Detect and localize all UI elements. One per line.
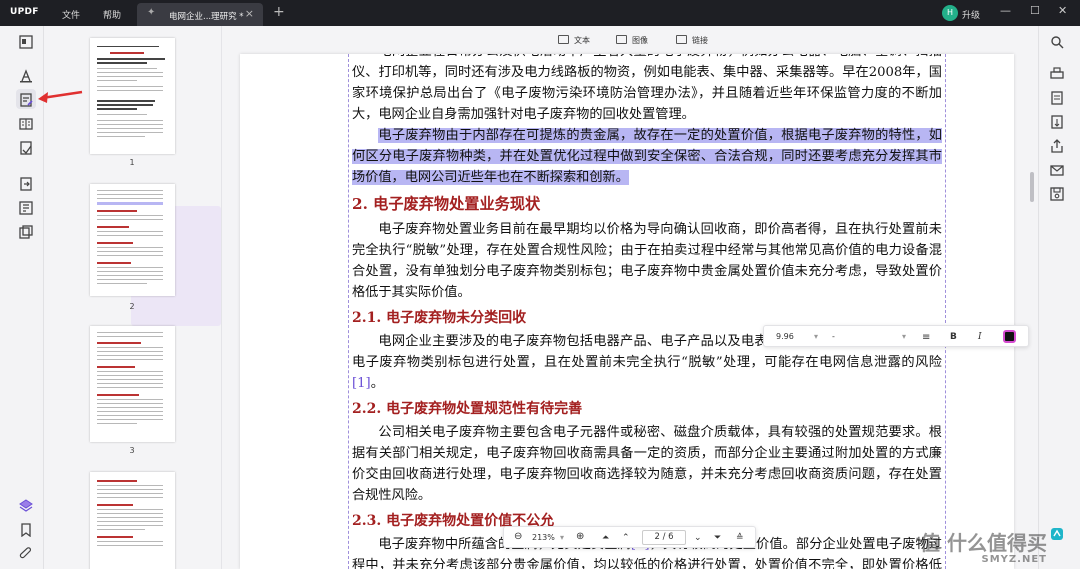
tab-title: 电网企业...理研究 *: [169, 12, 244, 22]
menu-file[interactable]: 文件: [62, 8, 80, 21]
save-icon[interactable]: [1050, 186, 1064, 201]
align-icon[interactable]: ≡: [922, 332, 930, 343]
bold-button[interactable]: B: [950, 332, 957, 342]
title-bar: UPDF 文件 帮助 ✦ 电网企业...理研究 * × + H 升级 — ☐ ✕: [0, 0, 1080, 26]
font-family-select[interactable]: -: [832, 332, 835, 341]
link-tool-icon: [676, 35, 687, 44]
zoom-in-icon[interactable]: ⊕: [576, 531, 584, 542]
page-navigation-bar: ⊖ 213% ▾ ⊕ ⏶ ⌃ 2 / 6 ⌄ ⏷ ≙: [503, 526, 756, 548]
form-icon[interactable]: [19, 140, 33, 155]
share-icon[interactable]: [1050, 138, 1064, 153]
avatar[interactable]: H: [942, 5, 958, 21]
attachment-icon[interactable]: [19, 546, 33, 560]
watermark-sub: SMYZ.NET: [981, 554, 1047, 565]
font-family-chevron-icon[interactable]: ▾: [902, 332, 906, 341]
tab-close-icon[interactable]: ×: [245, 7, 254, 20]
text-format-toolbar: 9.96 ▾ - ▾ ≡ B I: [763, 325, 1029, 347]
comment-icon[interactable]: [19, 68, 33, 83]
thumbnail-page-3[interactable]: [90, 326, 175, 442]
text-tool-icon: [558, 35, 569, 44]
new-tab-button[interactable]: +: [273, 4, 285, 20]
scroll-to-top-icon[interactable]: ≙: [736, 533, 744, 543]
email-icon[interactable]: [1050, 162, 1064, 176]
app-logo: UPDF: [10, 7, 39, 17]
add-text-label: 文本: [574, 36, 590, 45]
reader-mode-icon[interactable]: [19, 34, 33, 49]
text-box-left-boundary: [348, 54, 349, 569]
vertical-scrollbar[interactable]: [1030, 172, 1034, 202]
add-image-label: 图像: [632, 36, 648, 45]
close-window-button[interactable]: ✕: [1058, 4, 1067, 17]
zoom-level[interactable]: 213%: [532, 533, 555, 542]
export-pdf-icon[interactable]: [1050, 114, 1064, 129]
image-tool-icon: [616, 35, 627, 44]
protect-icon[interactable]: [19, 224, 33, 239]
ocr-icon[interactable]: [19, 200, 33, 215]
watermark: 值 什么值得买 SMYZ.NET: [920, 527, 1047, 565]
tab-lock-icon: ✦: [147, 7, 156, 18]
convert-icon[interactable]: [19, 176, 33, 191]
text-color-button[interactable]: [1003, 330, 1016, 343]
search-icon[interactable]: [1050, 34, 1064, 49]
prev-page-icon[interactable]: ⌃: [622, 533, 630, 543]
add-text-button[interactable]: 文本: [558, 35, 590, 46]
edit-toolbar: 文本 图像 链接: [222, 26, 1038, 54]
paragraph-2-1-end: 。: [370, 376, 384, 391]
italic-button[interactable]: I: [978, 332, 982, 342]
heading-section-2[interactable]: 2. 电子废弃物处置业务现状: [352, 194, 942, 215]
watermark-text: 值 什么值得买: [920, 531, 1047, 555]
paragraph-status[interactable]: 电子废弃物处置业务目前在最早期均以价格为导向确认回收商，即价高者得，且在执行处置…: [352, 219, 942, 303]
add-link-button[interactable]: 链接: [676, 35, 708, 46]
paragraph-intro[interactable]: 电网企业在日常办公及供电活动中产生着大量的电子废弃物，例如办公电器、电脑、空调、…: [352, 54, 942, 125]
right-toolbar: [1038, 26, 1080, 569]
thumbnail-page-1[interactable]: [90, 38, 175, 154]
paragraph-selected[interactable]: 电子废弃物由于内部存在可提炼的贵金属，故存在一定的处置价值，根据电子废弃物的特性…: [352, 125, 942, 188]
bookmark-icon[interactable]: [19, 522, 33, 538]
annotation-arrow: [38, 90, 83, 103]
last-page-icon[interactable]: ⏷: [714, 533, 721, 543]
zoom-out-icon[interactable]: ⊖: [514, 531, 522, 542]
next-page-icon[interactable]: ⌄: [694, 533, 702, 543]
font-size-select[interactable]: 9.96: [776, 332, 794, 341]
maximize-button[interactable]: ☐: [1030, 4, 1040, 17]
document-tab[interactable]: ✦ 电网企业...理研究 * ×: [137, 3, 263, 26]
zoom-chevron-icon[interactable]: ▾: [560, 533, 564, 542]
minimize-button[interactable]: —: [1000, 4, 1011, 17]
text-box-right-boundary: [945, 54, 946, 569]
page-number-input[interactable]: 2 / 6: [642, 530, 686, 545]
ocr-document-icon[interactable]: [1050, 90, 1064, 105]
left-toolbar: [0, 26, 44, 569]
reference-1[interactable]: [1]: [352, 376, 371, 391]
menu-help[interactable]: 帮助: [103, 8, 121, 21]
document-page[interactable]: 电网企业在日常办公及供电活动中产生着大量的电子废弃物，例如办公电器、电脑、空调、…: [240, 54, 1014, 569]
first-page-icon[interactable]: ⏶: [602, 533, 609, 543]
thumbnail-panel: 1 2 3: [44, 26, 222, 569]
print-icon[interactable]: [1050, 66, 1064, 80]
thumbnail-page-2[interactable]: [90, 184, 175, 296]
add-link-label: 链接: [692, 36, 708, 45]
font-size-chevron-icon[interactable]: ▾: [814, 332, 818, 341]
thumbnail-page-4[interactable]: [90, 472, 175, 569]
paragraph-2-2[interactable]: 公司相关电子废弃物主要包含电子元器件或秘密、磁盘介质载体，具有较强的处置规范要求…: [352, 422, 942, 506]
thumbnail-label-1: 1: [129, 158, 135, 167]
page-organize-icon[interactable]: [19, 116, 33, 130]
edit-pdf-icon[interactable]: [19, 92, 33, 107]
add-image-button[interactable]: 图像: [616, 35, 648, 46]
selected-text[interactable]: 电子废弃物由于内部存在可提炼的贵金属，故存在一定的处置价值，根据电子废弃物的特性…: [352, 128, 942, 185]
ai-assistant-icon[interactable]: [1050, 526, 1064, 540]
thumbnail-label-3: 3: [129, 446, 135, 455]
upgrade-button[interactable]: 升级: [962, 8, 980, 21]
heading-2-2[interactable]: 2.2. 电子废弃物处置规范性有待完善: [352, 399, 942, 420]
document-body[interactable]: 电网企业在日常办公及供电活动中产生着大量的电子废弃物，例如办公电器、电脑、空调、…: [352, 54, 942, 569]
thumbnail-label-2: 2: [129, 302, 135, 311]
layers-icon[interactable]: [19, 498, 33, 512]
